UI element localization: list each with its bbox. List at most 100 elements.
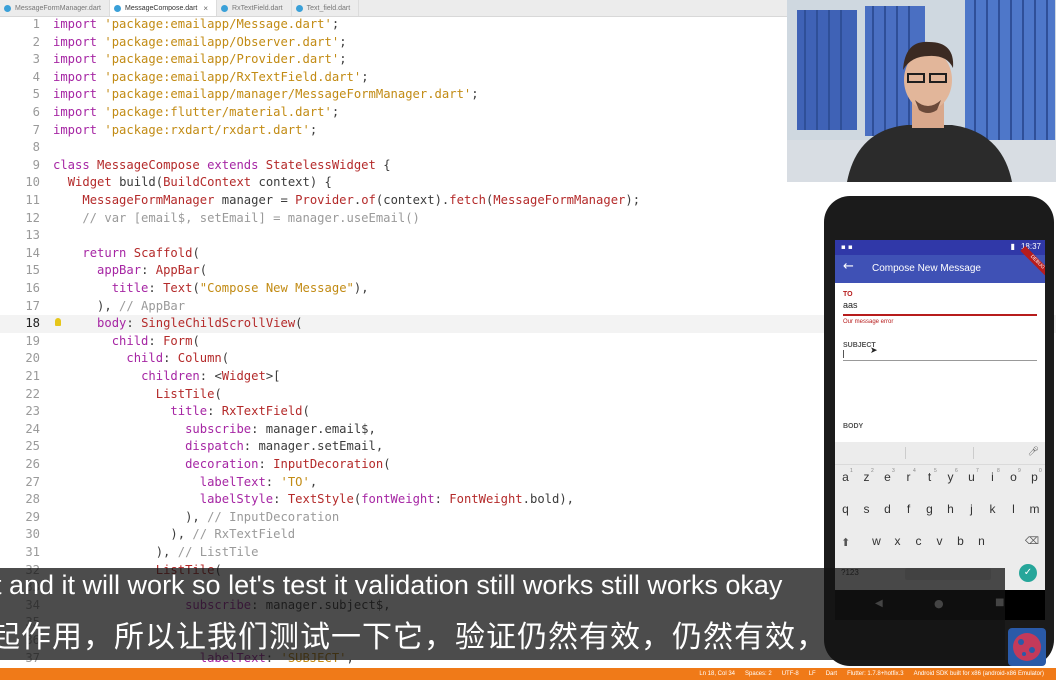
code-token: extends [207,157,266,172]
code-token: 'package:emailapp/RxTextField.dart' [104,69,362,84]
code-token: FontWeight [449,492,523,507]
mouse-pointer-icon: ➤ [870,346,878,356]
subject-field[interactable] [843,360,1037,361]
key-m[interactable]: m [1024,502,1045,516]
backspace-icon[interactable]: ⌫ [1025,536,1039,547]
key-v[interactable]: v [929,534,950,548]
tab-3[interactable]: Text_field.dart [292,0,360,16]
key-w[interactable]: w [866,534,887,548]
tab-2[interactable]: RxTextField.dart [217,0,292,16]
code-token: 'package:emailapp/Provider.dart' [104,52,340,67]
code-token: >[ [265,369,281,383]
code-token: { [383,157,391,172]
code-text: subscribe: manager.email$, [53,421,376,439]
key-l[interactable]: l [1003,502,1024,516]
dart-file-icon [113,4,121,12]
tab-0[interactable]: MessageFormManager.dart [0,0,110,16]
code-token: // ListTile [177,545,259,559]
shift-icon[interactable]: ⬆ [841,536,850,549]
code-token: , [309,474,318,489]
code-token: // InputDecoration [207,509,340,524]
tab-1[interactable]: MessageCompose.dart × [109,0,218,16]
key-f[interactable]: f [898,502,919,516]
key-k[interactable]: k [982,502,1003,516]
code-text: import 'package:emailapp/Message.dart'; [53,16,339,34]
lightbulb-icon[interactable] [55,318,61,327]
code-token: import [53,69,105,84]
status-item[interactable]: Flutter: 1.7.8+hotfix.3 [847,671,904,677]
code-token: ( [192,281,200,295]
code-token: title [111,281,149,295]
status-item[interactable]: Ln 18, Col 34 [699,671,735,677]
key-d[interactable]: d [877,502,898,516]
key-g[interactable]: g [919,502,940,516]
key-h[interactable]: h [940,502,961,516]
to-field[interactable]: aas [843,300,858,310]
code-token: ; [339,52,347,67]
code-token: // var [email$, setEmail] = manager.useE… [53,210,420,225]
key-c[interactable]: c [908,534,929,548]
code-token: : [163,351,178,366]
code-token: subscribe [185,421,252,436]
key-n[interactable]: n [971,534,992,548]
code-token: dispatch [185,439,244,454]
code-token: ), [53,509,208,524]
enter-button[interactable]: ✓ [1019,564,1037,582]
code-token: ListTile [155,386,215,401]
code-text: import 'package:flutter/material.dart'; [53,104,339,122]
key-j[interactable]: j [961,502,982,516]
back-arrow-icon[interactable]: ← [843,259,854,274]
code-token: ); [625,193,641,207]
code-token: ; [339,34,347,49]
line-number: 3 [32,52,40,67]
line-number: 31 [25,545,40,559]
line-number: 12 [25,210,40,225]
status-item[interactable]: Spaces: 2 [745,671,772,677]
code-token: child [111,333,149,348]
key-number-hint: 6 [955,468,958,474]
key-number-hint: 1 [850,468,853,474]
code-token: ; [331,105,340,119]
emulator-screen[interactable]: ▪ ▪ ▮ 18:37 ← Compose New Message DEBUG … [835,240,1045,620]
code-token: MessageFormManager [82,193,222,207]
key-b[interactable]: b [950,534,971,548]
text-cursor [843,350,844,358]
key-q[interactable]: q [835,502,856,516]
code-token: : [258,457,274,471]
status-item[interactable]: LF [809,671,816,677]
code-token: // AppBar [119,298,186,313]
key-x[interactable]: x [887,534,908,548]
code-token: 'package:flutter/material.dart' [104,105,332,119]
code-token: Widget [221,369,266,383]
code-token: .bold), [522,492,575,507]
line-number: 17 [25,298,40,313]
body-label: BODY [843,423,864,430]
code-token: children [141,369,200,383]
key-number-hint: 0 [1039,468,1042,474]
code-token: // RxTextField [192,527,296,542]
code-token: ( [214,386,222,401]
code-text: children: <Widget>[ [53,368,281,386]
dart-file-icon [221,4,229,12]
mic-icon[interactable]: 🎤︎ [1028,447,1039,457]
line-number: 9 [32,157,40,172]
line-number: 1 [32,17,40,31]
code-text: import 'package:emailapp/Provider.dart'; [53,51,347,69]
line-number: 27 [25,474,40,489]
key-number-hint: 9 [1018,468,1021,474]
close-tab-icon[interactable]: × [203,4,208,13]
status-item[interactable]: Android SDK built for x86 (android-x86 E… [914,671,1044,677]
key-s[interactable]: s [856,502,877,516]
line-number: 14 [25,245,40,260]
code-token: build( [119,175,164,190]
code-text: ListTile( [53,386,222,404]
line-number: 11 [25,193,40,207]
status-item[interactable]: UTF-8 [782,671,799,677]
status-item[interactable]: Dart [826,671,837,677]
line-number: 20 [25,351,40,366]
line-number: 13 [25,228,40,243]
notification-icons: ▪ ▪ [841,243,853,251]
